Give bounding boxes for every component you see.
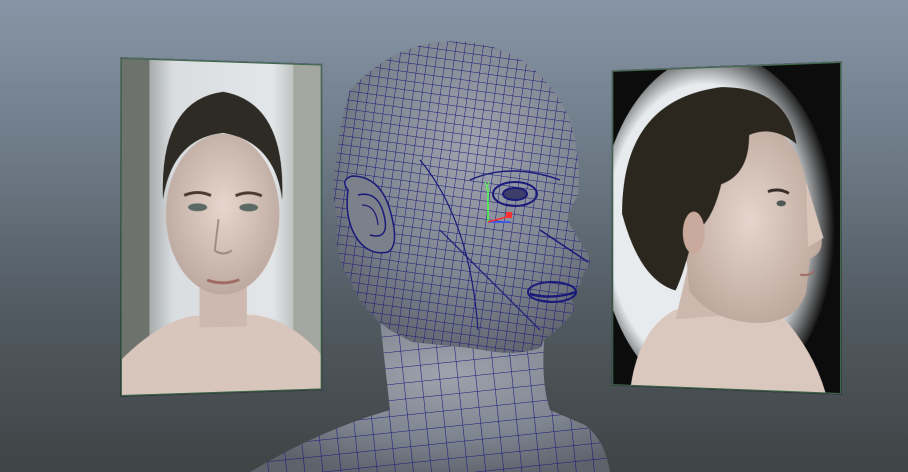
side-reference-image-plane[interactable] bbox=[612, 62, 841, 394]
3d-viewport[interactable]: y bbox=[0, 0, 908, 472]
y-axis-label: y bbox=[484, 179, 490, 190]
head-polygon-mesh[interactable]: y bbox=[240, 30, 620, 472]
head-mesh-wireframe: y bbox=[240, 30, 620, 472]
x-axis-tip[interactable] bbox=[506, 212, 512, 218]
side-reference-photo bbox=[613, 63, 840, 393]
